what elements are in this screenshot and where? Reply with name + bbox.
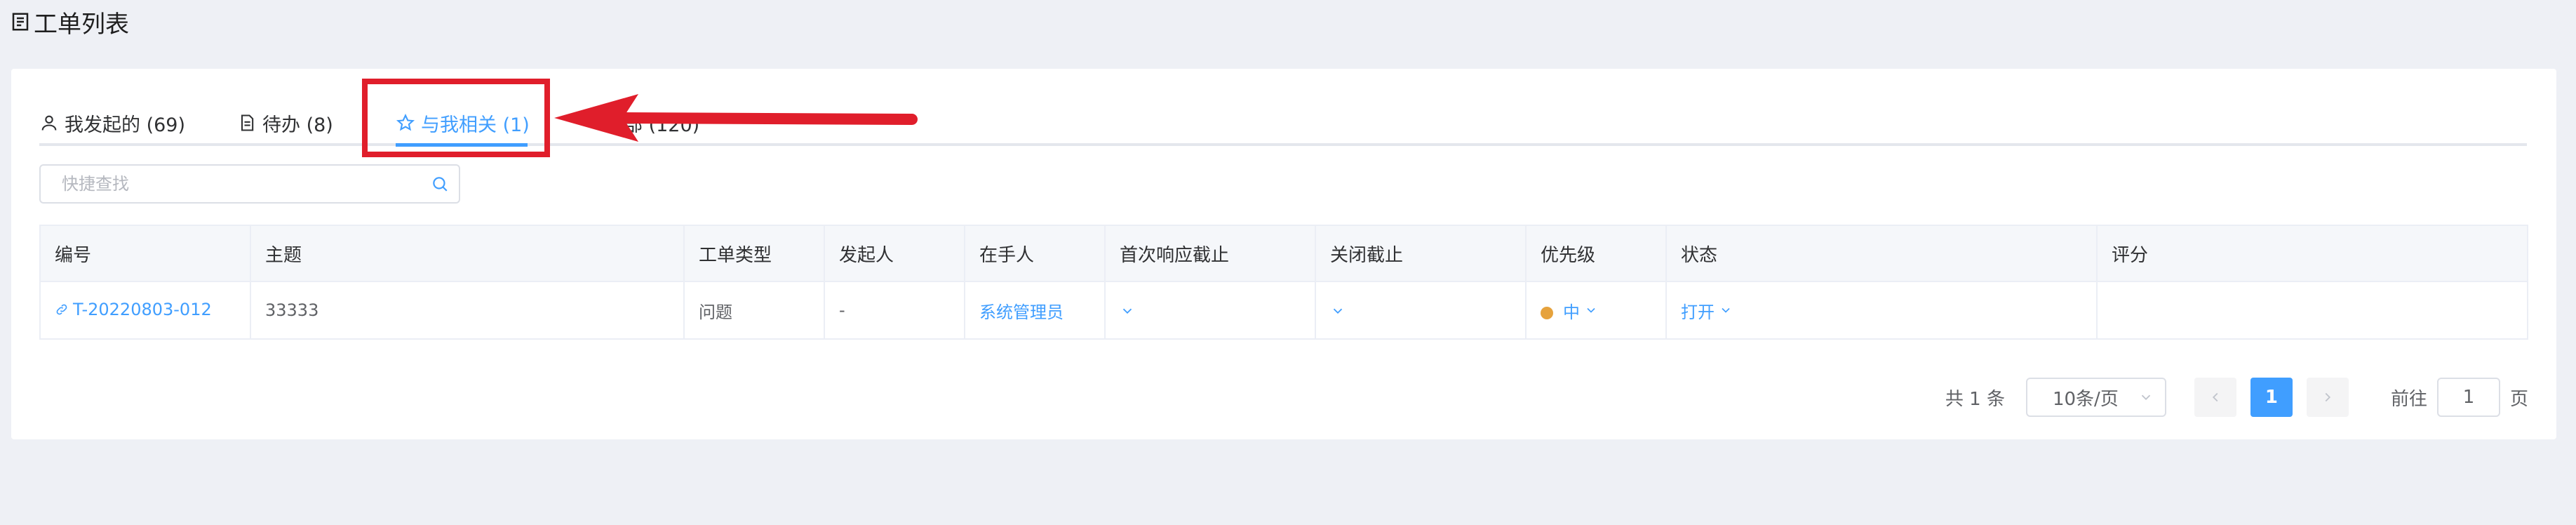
goto-suffix: 页: [2509, 388, 2528, 410]
annotation-arrow: [554, 94, 918, 142]
user-icon: [41, 115, 57, 131]
cell-type: 问题: [683, 281, 825, 340]
tab-my-initiated[interactable]: 我发起的 (69): [39, 104, 185, 142]
chevron-down-icon[interactable]: [1120, 303, 1135, 319]
column-header-close-deadline[interactable]: 关闭截止: [1315, 225, 1527, 282]
link-icon: [56, 304, 67, 315]
page-size-value: 10条/页: [2052, 388, 2119, 410]
goto-prefix: 前往: [2390, 388, 2427, 410]
cell-rating: [2096, 281, 2528, 340]
table-row: T-20220803-012 33333 问题 - 系统管理员 中 打开: [39, 281, 2528, 340]
cell-initiator: -: [824, 281, 965, 340]
annotation-highlight-box: [362, 79, 550, 157]
column-header-priority[interactable]: 优先级: [1525, 225, 1667, 282]
list-icon: [12, 13, 29, 31]
tab-label: 待办 (8): [262, 114, 333, 136]
next-page-button[interactable]: [2306, 378, 2349, 417]
priority-dot: [1541, 306, 1553, 319]
chevron-down-icon: [2141, 394, 2151, 401]
page-number-current[interactable]: 1: [2250, 378, 2293, 417]
column-header-first-response[interactable]: 首次响应截止: [1104, 225, 1316, 282]
goto-page: 前往 页: [2391, 378, 2528, 417]
search-input[interactable]: [41, 166, 431, 202]
column-header-id[interactable]: 编号: [39, 225, 251, 282]
handler-link[interactable]: 系统管理员: [979, 298, 1064, 323]
chevron-left-icon: [2212, 392, 2218, 402]
status-dropdown[interactable]: 打开: [1681, 298, 1733, 323]
search-icon[interactable]: [431, 175, 449, 193]
table-header-row: 编号 主题 工单类型 发起人 在手人 首次响应截止 关闭截止 优先级 状态 评分: [39, 225, 2528, 282]
column-header-initiator[interactable]: 发起人: [824, 225, 965, 282]
cell-subject: 33333: [250, 281, 685, 340]
total-count: 共 1 条: [1945, 388, 2005, 410]
ticket-link[interactable]: T-20220803-012: [55, 300, 212, 319]
cell-status: 打开: [1665, 281, 2098, 340]
chevron-down-icon: [1722, 307, 1730, 313]
cell-priority: 中: [1525, 281, 1667, 340]
cell-id: T-20220803-012: [39, 281, 251, 340]
prev-page-button[interactable]: [2194, 378, 2236, 417]
tab-label: 我发起的 (69): [65, 114, 186, 136]
column-header-status[interactable]: 状态: [1665, 225, 2098, 282]
cell-handler: 系统管理员: [964, 281, 1106, 340]
cell-first-response: [1104, 281, 1316, 340]
page-header: 工单列表: [10, 4, 129, 39]
column-header-type[interactable]: 工单类型: [683, 225, 825, 282]
goto-page-input[interactable]: [2436, 378, 2500, 417]
ticket-id: T-20220803-012: [73, 300, 212, 319]
chevron-down-icon: [1587, 307, 1595, 313]
chevron-down-icon[interactable]: [1330, 303, 1346, 319]
column-header-rating[interactable]: 评分: [2096, 225, 2528, 282]
chevron-right-icon: [2325, 392, 2331, 402]
page-size-select[interactable]: 10条/页: [2025, 378, 2166, 417]
status-value: 打开: [1681, 302, 1715, 322]
page-title: 工单列表: [34, 10, 129, 39]
ticket-table: 编号 主题 工单类型 发起人 在手人 首次响应截止 关闭截止 优先级 状态 评分: [39, 225, 2528, 340]
column-header-handler[interactable]: 在手人: [964, 225, 1106, 282]
column-header-subject[interactable]: 主题: [250, 225, 685, 282]
priority-dropdown[interactable]: 中: [1563, 298, 1598, 323]
pagination: 共 1 条 10条/页 1 前往 页: [1945, 378, 2528, 417]
priority-value: 中: [1563, 302, 1580, 322]
tab-todo[interactable]: 待办 (8): [237, 104, 333, 142]
document-icon: [241, 114, 254, 131]
quick-search: [39, 164, 460, 204]
cell-close-deadline: [1315, 281, 1527, 340]
